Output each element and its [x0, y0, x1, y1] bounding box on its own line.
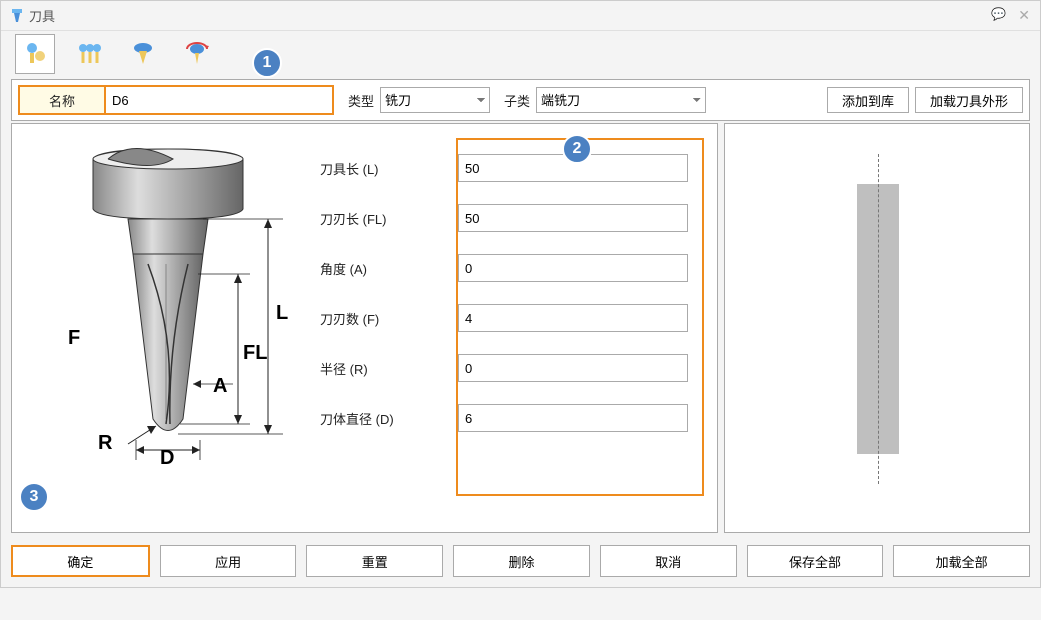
reset-button[interactable]: 重置 — [306, 545, 443, 577]
radius-input[interactable] — [458, 354, 688, 382]
parameter-form: 刀具长 (L) 刀刃长 (FL) 角度 (A) 刀刃数 (F) 半径 (R) 刀… — [308, 144, 701, 520]
tool-axis-line — [878, 154, 879, 484]
name-input[interactable] — [106, 87, 332, 113]
angle-label: 角度 (A) — [308, 259, 458, 278]
filter-bar: 名称 类型 铣刀 子类 端铣刀 添加到库 加载刀具外形 — [11, 79, 1030, 121]
flute-count-input[interactable] — [458, 304, 688, 332]
tool-length-label: 刀具长 (L) — [308, 159, 458, 178]
sub-label: 子类 — [504, 91, 530, 110]
svg-text:A: A — [213, 375, 227, 397]
app-icon — [9, 8, 25, 24]
tab-rotate-tool[interactable] — [177, 34, 217, 74]
parameters-panel: L FL A F R — [11, 123, 718, 533]
diameter-input[interactable] — [458, 404, 688, 432]
tab-single-tool[interactable] — [15, 34, 55, 74]
cancel-button[interactable]: 取消 — [600, 545, 737, 577]
preview-panel — [724, 123, 1030, 533]
apply-button[interactable]: 应用 — [160, 545, 297, 577]
flute-count-label: 刀刃数 (F) — [308, 309, 458, 328]
name-field-group: 名称 — [18, 85, 334, 115]
tab-triple-tool[interactable] — [69, 34, 109, 74]
load-tool-shape-button[interactable]: 加载刀具外形 — [915, 87, 1023, 113]
svg-text:F: F — [68, 327, 80, 349]
tool-length-input[interactable] — [458, 154, 688, 182]
type-label: 类型 — [348, 91, 374, 110]
svg-text:R: R — [98, 432, 113, 454]
ok-button[interactable]: 确定 — [11, 545, 150, 577]
name-label: 名称 — [20, 87, 106, 113]
subtype-select[interactable]: 端铣刀 — [536, 87, 706, 113]
svg-text:L: L — [276, 302, 288, 324]
load-all-button[interactable]: 加载全部 — [893, 545, 1030, 577]
radius-label: 半径 (R) — [308, 359, 458, 378]
angle-input[interactable] — [458, 254, 688, 282]
close-icon[interactable]: ✕ — [1018, 7, 1030, 24]
delete-button[interactable]: 删除 — [453, 545, 590, 577]
comment-icon[interactable]: 💬 — [991, 7, 1006, 24]
flute-length-input[interactable] — [458, 204, 688, 232]
svg-text:FL: FL — [243, 342, 267, 364]
svg-text:D: D — [160, 447, 174, 464]
toolbar — [1, 31, 1040, 77]
tab-holder-tool[interactable] — [123, 34, 163, 74]
tool-diagram: L FL A F R — [28, 144, 308, 520]
diameter-label: 刀体直径 (D) — [308, 409, 458, 428]
flute-length-label: 刀刃长 (FL) — [308, 209, 458, 228]
save-all-button[interactable]: 保存全部 — [747, 545, 884, 577]
add-to-library-button[interactable]: 添加到库 — [827, 87, 909, 113]
type-select[interactable]: 铣刀 — [380, 87, 490, 113]
button-row: 确定 应用 重置 删除 取消 保存全部 加载全部 — [1, 539, 1040, 587]
window-title: 刀具 — [29, 6, 55, 25]
